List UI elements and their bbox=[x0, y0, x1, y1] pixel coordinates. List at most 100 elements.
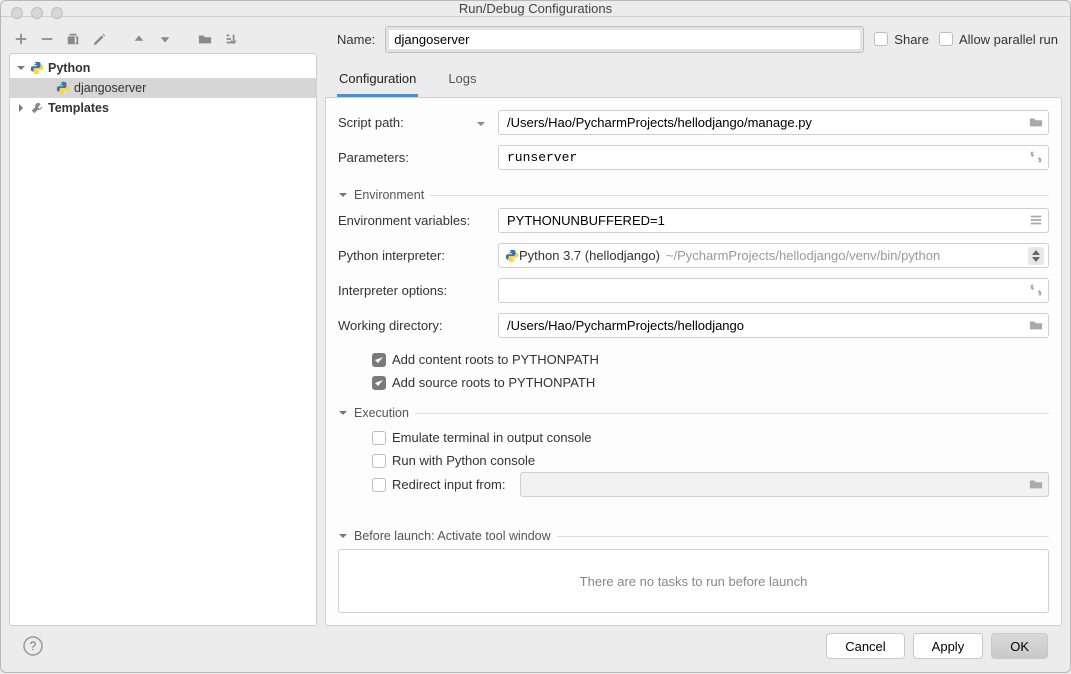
checkbox-icon bbox=[372, 431, 386, 445]
tree-node-templates[interactable]: Templates bbox=[10, 98, 316, 118]
titlebar: Run/Debug Configurations bbox=[1, 1, 1070, 17]
folder-icon[interactable] bbox=[1029, 318, 1043, 332]
folder-icon[interactable] bbox=[1029, 115, 1043, 129]
button-row: Cancel Apply OK bbox=[826, 633, 1048, 659]
add-content-roots-checkbox[interactable]: Add content roots to PYTHONPATH bbox=[372, 352, 1049, 367]
move-up-icon[interactable] bbox=[131, 31, 147, 47]
folder-icon bbox=[1029, 477, 1043, 491]
interpreter-row: Python interpreter: Python 3.7 (hellodja… bbox=[338, 243, 1049, 268]
stepper-icon bbox=[1028, 247, 1044, 265]
interpreter-select[interactable]: Python 3.7 (hellodjango) ~/PycharmProjec… bbox=[498, 243, 1049, 268]
close-window-icon[interactable] bbox=[11, 7, 23, 19]
footer: ? Cancel Apply OK bbox=[9, 626, 1062, 666]
parameters-input[interactable] bbox=[498, 145, 1049, 170]
parameters-label: Parameters: bbox=[338, 150, 490, 165]
tab-configuration[interactable]: Configuration bbox=[337, 67, 418, 97]
workdir-label: Working directory: bbox=[338, 318, 490, 333]
run-console-checkbox[interactable]: Run with Python console bbox=[372, 453, 1049, 468]
folder-icon[interactable] bbox=[197, 31, 213, 47]
zoom-window-icon[interactable] bbox=[51, 7, 63, 19]
tree-label: djangoserver bbox=[74, 81, 146, 95]
env-vars-label: Environment variables: bbox=[338, 213, 490, 228]
checkbox-icon bbox=[372, 376, 386, 390]
right-pane: Name: Share Allow parallel run Configura… bbox=[325, 25, 1062, 626]
interpreter-options-row: Interpreter options: bbox=[338, 278, 1049, 303]
config-toolbar bbox=[9, 25, 317, 53]
tree-label: Python bbox=[48, 61, 90, 75]
checkbox-icon bbox=[372, 478, 386, 492]
copy-icon[interactable] bbox=[65, 31, 81, 47]
remove-icon[interactable] bbox=[39, 31, 55, 47]
name-label: Name: bbox=[337, 32, 375, 47]
script-path-input[interactable] bbox=[498, 110, 1049, 135]
emulate-terminal-checkbox[interactable]: Emulate terminal in output console bbox=[372, 430, 1049, 445]
svg-text:?: ? bbox=[30, 639, 37, 653]
checkbox-icon bbox=[372, 454, 386, 468]
chevron-down-icon bbox=[16, 63, 26, 73]
wrench-icon bbox=[30, 101, 44, 115]
name-input[interactable] bbox=[385, 26, 864, 53]
expand-icon[interactable] bbox=[1029, 150, 1043, 164]
checkbox-icon bbox=[372, 353, 386, 367]
share-checkbox[interactable]: Share bbox=[874, 32, 929, 47]
parallel-label: Allow parallel run bbox=[959, 32, 1058, 47]
add-source-roots-checkbox[interactable]: Add source roots to PYTHONPATH bbox=[372, 375, 1049, 390]
traffic-lights bbox=[11, 7, 63, 19]
cancel-button[interactable]: Cancel bbox=[826, 633, 904, 659]
script-path-label[interactable]: Script path: bbox=[338, 115, 490, 130]
chevron-down-icon bbox=[338, 190, 348, 200]
interpreter-path: ~/PycharmProjects/hellodjango/venv/bin/p… bbox=[666, 248, 940, 263]
chevron-down-icon bbox=[476, 119, 486, 129]
apply-button[interactable]: Apply bbox=[913, 633, 984, 659]
checkbox-icon bbox=[939, 32, 953, 46]
main: Python djangoserver Templates bbox=[9, 25, 1062, 626]
exec-section-header[interactable]: Execution bbox=[338, 406, 1049, 420]
tab-logs[interactable]: Logs bbox=[446, 67, 478, 97]
env-vars-row: Environment variables: bbox=[338, 208, 1049, 233]
redirect-input-row: Redirect input from: bbox=[372, 472, 1049, 497]
before-launch-list[interactable]: There are no tasks to run before launch bbox=[338, 549, 1049, 613]
move-down-icon[interactable] bbox=[157, 31, 173, 47]
tree-label: Templates bbox=[48, 101, 109, 115]
interpreter-options-input[interactable] bbox=[498, 278, 1049, 303]
before-launch-empty: There are no tasks to run before launch bbox=[580, 574, 808, 589]
python-icon bbox=[505, 249, 519, 263]
sort-icon[interactable] bbox=[223, 31, 239, 47]
chevron-right-icon bbox=[16, 103, 26, 113]
settings-icon[interactable] bbox=[91, 31, 107, 47]
parameters-row: Parameters: bbox=[338, 145, 1049, 170]
chevron-down-icon bbox=[338, 531, 348, 541]
redirect-input-checkbox[interactable]: Redirect input from: bbox=[372, 477, 512, 492]
parallel-checkbox[interactable]: Allow parallel run bbox=[939, 32, 1058, 47]
tabs: Configuration Logs bbox=[325, 67, 1062, 97]
interpreter-label: Python interpreter: bbox=[338, 248, 490, 263]
config-panel: Script path: Parameters: bbox=[325, 97, 1062, 626]
checkbox-icon bbox=[874, 32, 888, 46]
config-tree[interactable]: Python djangoserver Templates bbox=[9, 53, 317, 626]
dialog-window: Run/Debug Configurations bbox=[0, 0, 1071, 673]
share-label: Share bbox=[894, 32, 929, 47]
env-section-header[interactable]: Environment bbox=[338, 188, 1049, 202]
help-icon[interactable]: ? bbox=[23, 636, 43, 656]
workdir-row: Working directory: bbox=[338, 313, 1049, 338]
python-icon bbox=[30, 61, 44, 75]
minimize-window-icon[interactable] bbox=[31, 7, 43, 19]
tree-node-djangoserver[interactable]: djangoserver bbox=[10, 78, 316, 98]
redirect-input-path bbox=[520, 472, 1049, 497]
window-title: Run/Debug Configurations bbox=[459, 1, 612, 16]
name-row: Name: Share Allow parallel run bbox=[325, 25, 1062, 53]
script-path-row: Script path: bbox=[338, 110, 1049, 135]
interpreter-options-label: Interpreter options: bbox=[338, 283, 490, 298]
env-vars-input[interactable] bbox=[498, 208, 1049, 233]
python-icon bbox=[56, 81, 70, 95]
list-icon[interactable] bbox=[1029, 213, 1043, 227]
expand-icon[interactable] bbox=[1029, 283, 1043, 297]
workdir-input[interactable] bbox=[498, 313, 1049, 338]
before-launch-header[interactable]: Before launch: Activate tool window bbox=[338, 529, 1049, 543]
before-launch-section: Before launch: Activate tool window Ther… bbox=[338, 521, 1049, 613]
content: Python djangoserver Templates bbox=[1, 17, 1070, 674]
tree-node-python[interactable]: Python bbox=[10, 58, 316, 78]
add-icon[interactable] bbox=[13, 31, 29, 47]
chevron-down-icon bbox=[338, 408, 348, 418]
ok-button[interactable]: OK bbox=[991, 633, 1048, 659]
